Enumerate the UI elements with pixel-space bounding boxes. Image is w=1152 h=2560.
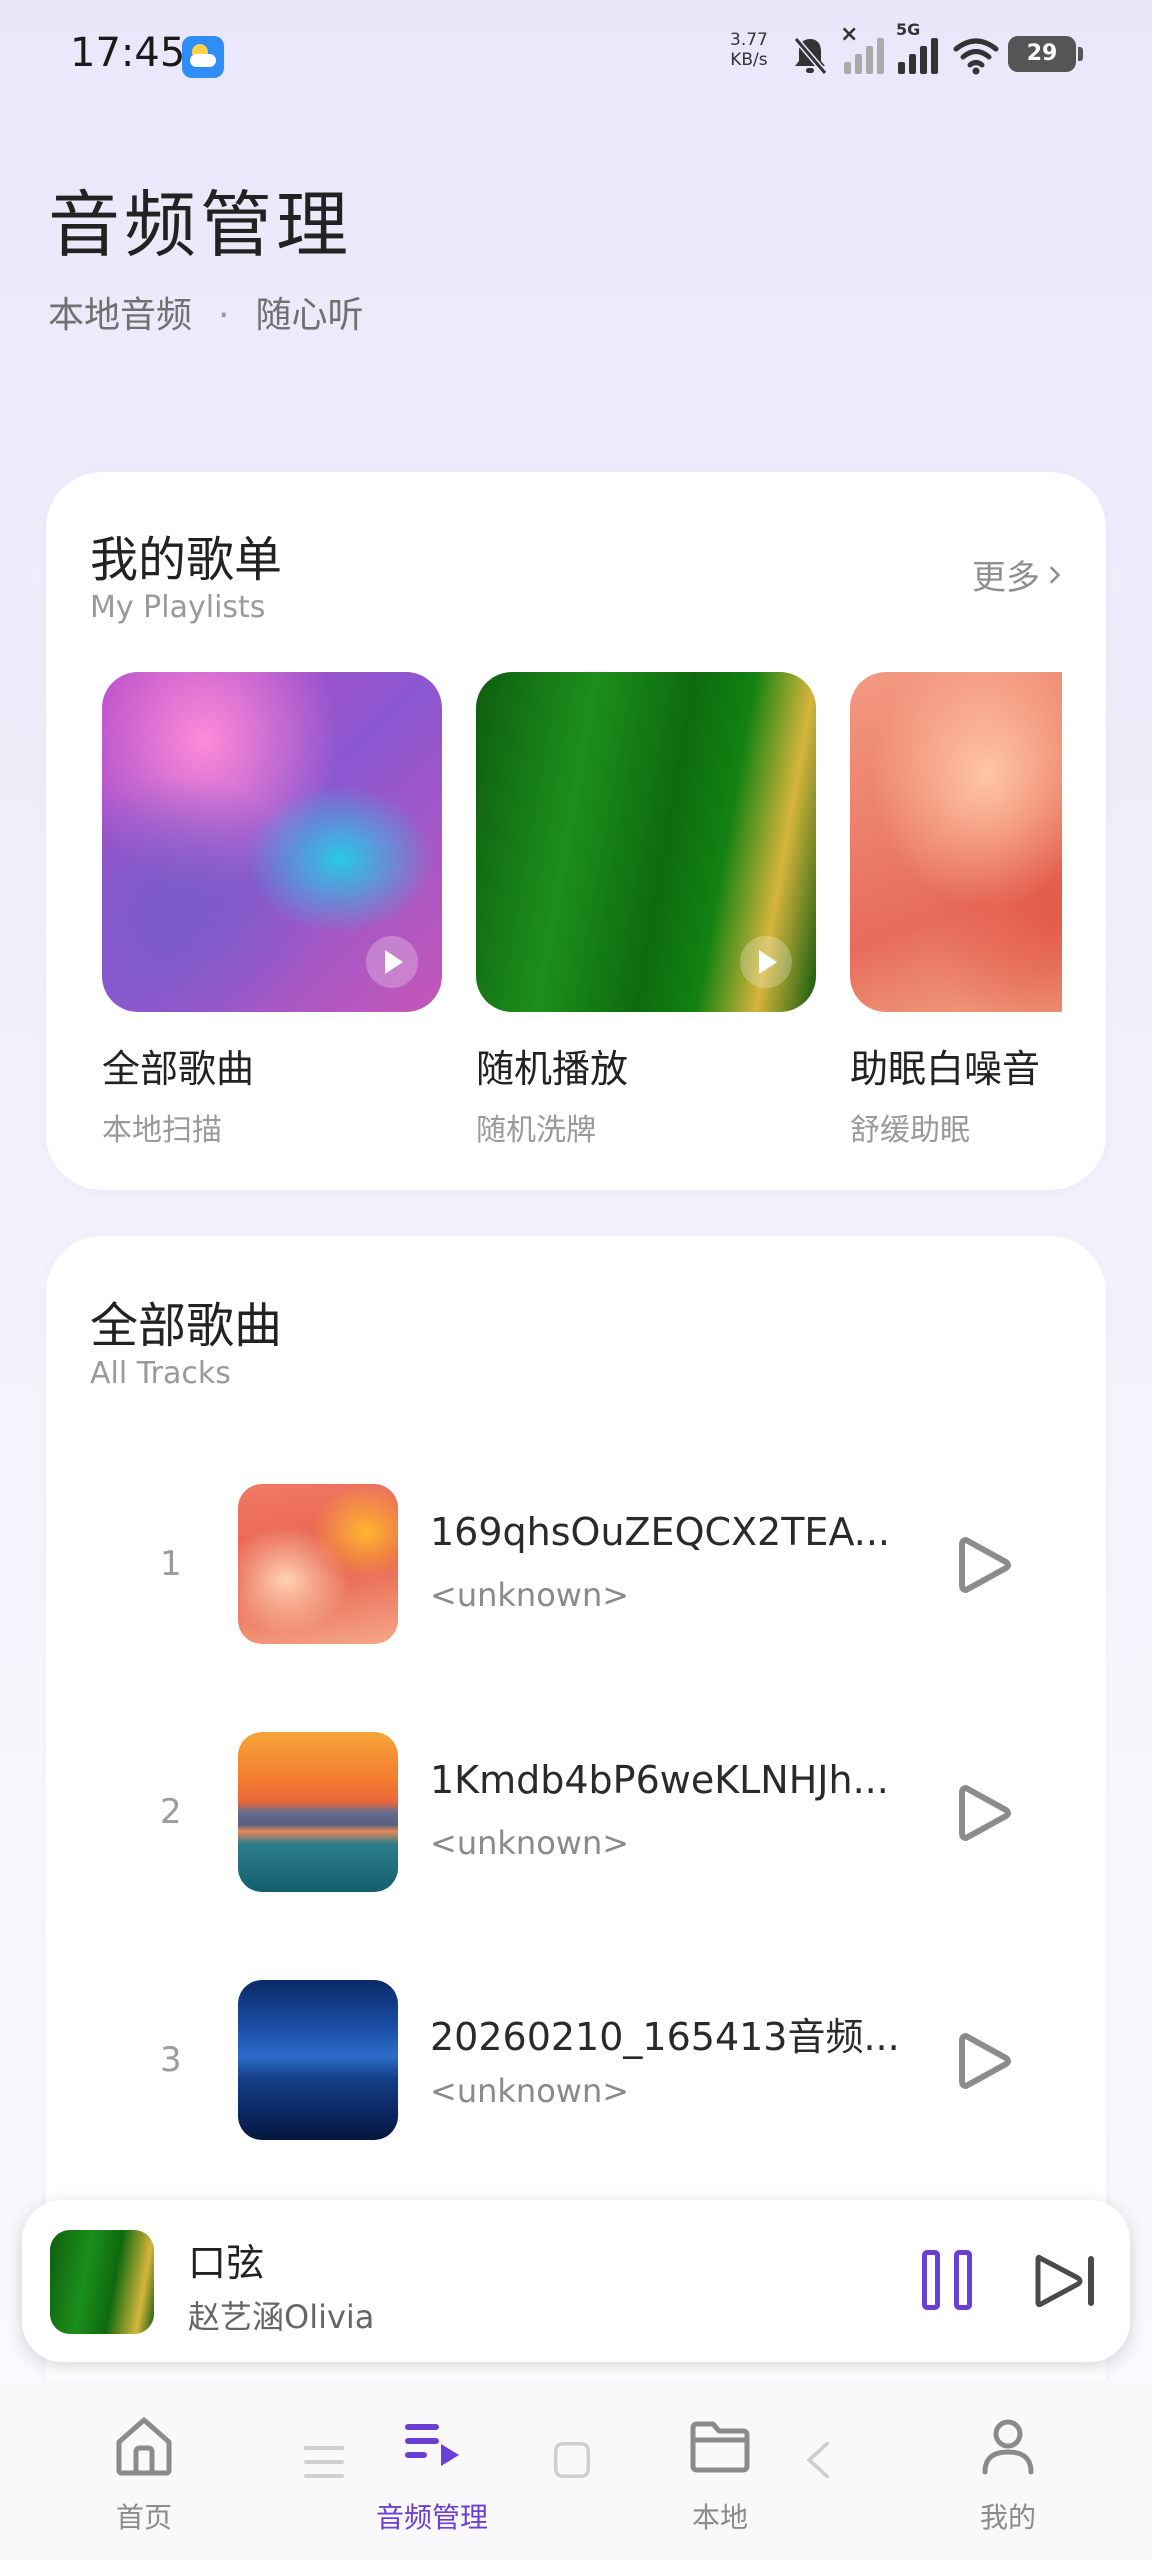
track-row[interactable]: 3 20260210_165413音频... <unknown> — [46, 1980, 1106, 2140]
subtitle-listen: 随心听 — [255, 295, 364, 336]
playlist-carousel[interactable]: 全部歌曲 本地扫描 随机播放 随机洗牌 助眠白噪音 舒缓助眠 — [102, 672, 1062, 1162]
network-type-label: 5G — [896, 20, 921, 39]
playlist-name: 全部歌曲 — [102, 1047, 255, 1091]
track-cover — [238, 1980, 398, 2140]
bottom-nav: 首页 音频管理 本地 我的 — [0, 2380, 1152, 2560]
nav-label: 音频管理 — [375, 2501, 488, 2534]
signal-sim2-icon: 5G — [896, 20, 938, 74]
wifi-icon — [953, 38, 999, 75]
nav-label: 本地 — [691, 2501, 748, 2534]
track-title: 20260210_165413音频... — [430, 2015, 900, 2059]
skip-next-icon[interactable] — [1032, 2250, 1102, 2312]
play-icon[interactable] — [740, 936, 792, 988]
network-speed: 3.77 KB/s — [730, 30, 768, 70]
no-signal-mark-icon: × — [840, 22, 859, 47]
status-icons: × 5G — [790, 20, 1000, 80]
menu-gesture-icon[interactable] — [302, 2440, 346, 2484]
play-icon[interactable] — [948, 2026, 1018, 2096]
playlists-title: 我的歌单 — [90, 532, 283, 588]
nav-local[interactable]: 本地 — [620, 2410, 820, 2536]
nav-label: 我的 — [979, 2501, 1036, 2534]
playlist-cover — [102, 672, 442, 1012]
page-title: 音频管理 — [48, 183, 353, 267]
now-playing-cover — [50, 2230, 154, 2334]
playlist-all-songs[interactable]: 全部歌曲 本地扫描 — [102, 672, 442, 1149]
battery-indicator: 29 — [1008, 36, 1083, 72]
track-title: 1Kmdb4bP6weKLNHJh... — [430, 1758, 889, 1802]
track-artist: <unknown> — [430, 1824, 630, 1862]
subtitle-separator: · — [218, 295, 230, 336]
network-speed-unit: KB/s — [730, 50, 768, 70]
network-speed-value: 3.77 — [730, 30, 768, 50]
status-bar: 17:45 3.77 KB/s × 5G 29 — [0, 0, 1152, 110]
playlist-desc: 本地扫描 — [102, 1113, 222, 1148]
playlist-name: 助眠白噪音 — [850, 1047, 1041, 1091]
track-row[interactable]: 2 1Kmdb4bP6weKLNHJh... <unknown> — [46, 1732, 1106, 1892]
subtitle-local-audio: 本地音频 — [48, 295, 193, 336]
profile-icon — [982, 2419, 1034, 2475]
playlist-desc: 随机洗牌 — [476, 1113, 596, 1148]
now-playing-artist: 赵艺涵Olivia — [188, 2298, 375, 2336]
track-index: 3 — [160, 2040, 182, 2080]
tracks-subtitle: All Tracks — [90, 1356, 231, 1391]
playlist-name: 随机播放 — [476, 1047, 629, 1091]
chevron-right-icon — [1050, 566, 1061, 583]
playlist-desc: 舒缓助眠 — [850, 1113, 970, 1148]
nav-audio-manage[interactable]: 音频管理 — [332, 2410, 532, 2536]
track-index: 1 — [160, 1544, 182, 1584]
tracks-title: 全部歌曲 — [90, 1298, 283, 1354]
playlist-cover — [850, 672, 1062, 1012]
pause-icon[interactable] — [922, 2250, 982, 2312]
play-icon[interactable] — [948, 1778, 1018, 1848]
status-time: 17:45 — [70, 30, 186, 76]
playlists-subtitle: My Playlists — [90, 590, 266, 625]
home-gesture-icon[interactable] — [552, 2440, 592, 2480]
track-row[interactable]: 1 169qhsOuZEQCX2TEA... <unknown> — [46, 1484, 1106, 1644]
track-artist: <unknown> — [430, 1576, 630, 1614]
page-subtitle: 本地音频 · 随心听 — [48, 286, 363, 338]
more-playlists-link[interactable]: 更多 — [972, 550, 1062, 599]
playlist-sleep-noise[interactable]: 助眠白噪音 舒缓助眠 — [850, 672, 1062, 1149]
playlists-card: 我的歌单 My Playlists 更多 全部歌曲 本地扫描 随机播放 随机洗牌… — [46, 472, 1106, 1190]
bell-muted-icon — [793, 37, 828, 75]
playlist-cover — [476, 672, 816, 1012]
mini-player[interactable]: 口弦 赵艺涵Olivia — [22, 2200, 1130, 2362]
now-playing-title: 口弦 — [188, 2241, 265, 2285]
playlist-shuffle[interactable]: 随机播放 随机洗牌 — [476, 672, 816, 1149]
playlist-icon — [405, 2424, 459, 2466]
nav-label: 首页 — [115, 2501, 172, 2534]
play-icon[interactable] — [948, 1530, 1018, 1600]
play-icon[interactable] — [366, 936, 418, 988]
more-label: 更多 — [972, 558, 1040, 598]
home-icon — [116, 2417, 172, 2476]
nav-home[interactable]: 首页 — [44, 2410, 244, 2536]
track-artist: <unknown> — [430, 2072, 630, 2110]
track-title: 169qhsOuZEQCX2TEA... — [430, 1510, 891, 1554]
folder-icon — [690, 2421, 750, 2473]
weather-icon — [182, 36, 224, 78]
track-cover — [238, 1484, 398, 1644]
nav-profile[interactable]: 我的 — [908, 2410, 1108, 2536]
back-gesture-icon[interactable] — [800, 2440, 840, 2480]
signal-sim1-icon: × — [840, 22, 884, 74]
track-cover — [238, 1732, 398, 1892]
track-index: 2 — [160, 1792, 182, 1832]
